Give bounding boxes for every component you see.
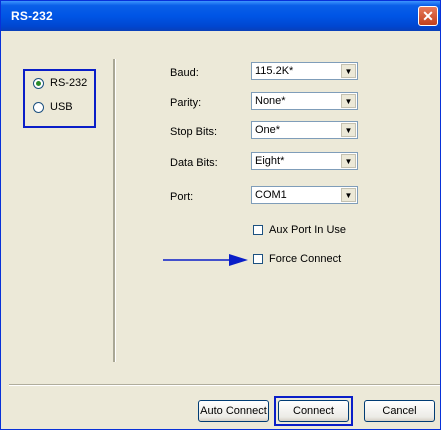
checkbox-icon[interactable] [253, 254, 263, 264]
cancel-button[interactable]: Cancel [364, 400, 435, 422]
data-bits-select[interactable]: Eight* ▼ [251, 152, 358, 170]
chevron-down-icon[interactable]: ▼ [341, 154, 356, 168]
data-bits-value: Eight* [255, 155, 285, 167]
close-icon[interactable]: ✕ [418, 6, 438, 26]
baud-select[interactable]: 115.2K* ▼ [251, 62, 358, 80]
aux-port-checkbox[interactable]: Aux Port In Use [253, 224, 346, 236]
radio-button-icon[interactable] [33, 101, 44, 113]
port-label: Port: [170, 191, 194, 203]
footer-separator [9, 384, 440, 386]
annotation-arrow-icon [163, 254, 248, 266]
vertical-divider [113, 59, 116, 362]
force-connect-label: Force Connect [269, 253, 342, 265]
chevron-down-icon[interactable]: ▼ [341, 94, 356, 108]
radio-rs232-label: RS-232 [50, 77, 88, 89]
chevron-down-icon[interactable]: ▼ [341, 64, 356, 78]
parity-value: None* [255, 95, 286, 107]
baud-label: Baud: [170, 67, 199, 79]
force-connect-checkbox[interactable]: Force Connect [253, 253, 341, 265]
title-bar[interactable]: RS-232 ✕ [1, 1, 440, 31]
stop-bits-select[interactable]: One* ▼ [251, 121, 358, 139]
radio-usb-label: USB [50, 101, 73, 113]
radio-rs232[interactable]: RS-232 [33, 77, 87, 89]
parity-label: Parity: [170, 97, 202, 109]
connect-highlight-box [274, 396, 353, 426]
auto-connect-button[interactable]: Auto Connect [198, 400, 269, 422]
port-select[interactable]: COM1 ▼ [251, 186, 358, 204]
parity-select[interactable]: None* ▼ [251, 92, 358, 110]
chevron-down-icon[interactable]: ▼ [341, 123, 356, 137]
rs232-dialog: RS-232 ✕ RS-232 USB Baud: 115.2K* ▼ Pari… [0, 0, 441, 430]
baud-value: 115.2K* [255, 65, 294, 77]
aux-port-label: Aux Port In Use [269, 224, 347, 236]
chevron-down-icon[interactable]: ▼ [341, 188, 356, 202]
port-value: COM1 [255, 189, 287, 201]
radio-usb[interactable]: USB [33, 101, 73, 113]
stop-bits-value: One* [255, 124, 281, 136]
window-title: RS-232 [11, 9, 53, 23]
data-bits-label: Data Bits: [170, 157, 218, 169]
radio-button-icon[interactable] [33, 77, 44, 89]
stop-bits-label: Stop Bits: [170, 126, 218, 138]
checkbox-icon[interactable] [253, 225, 263, 235]
